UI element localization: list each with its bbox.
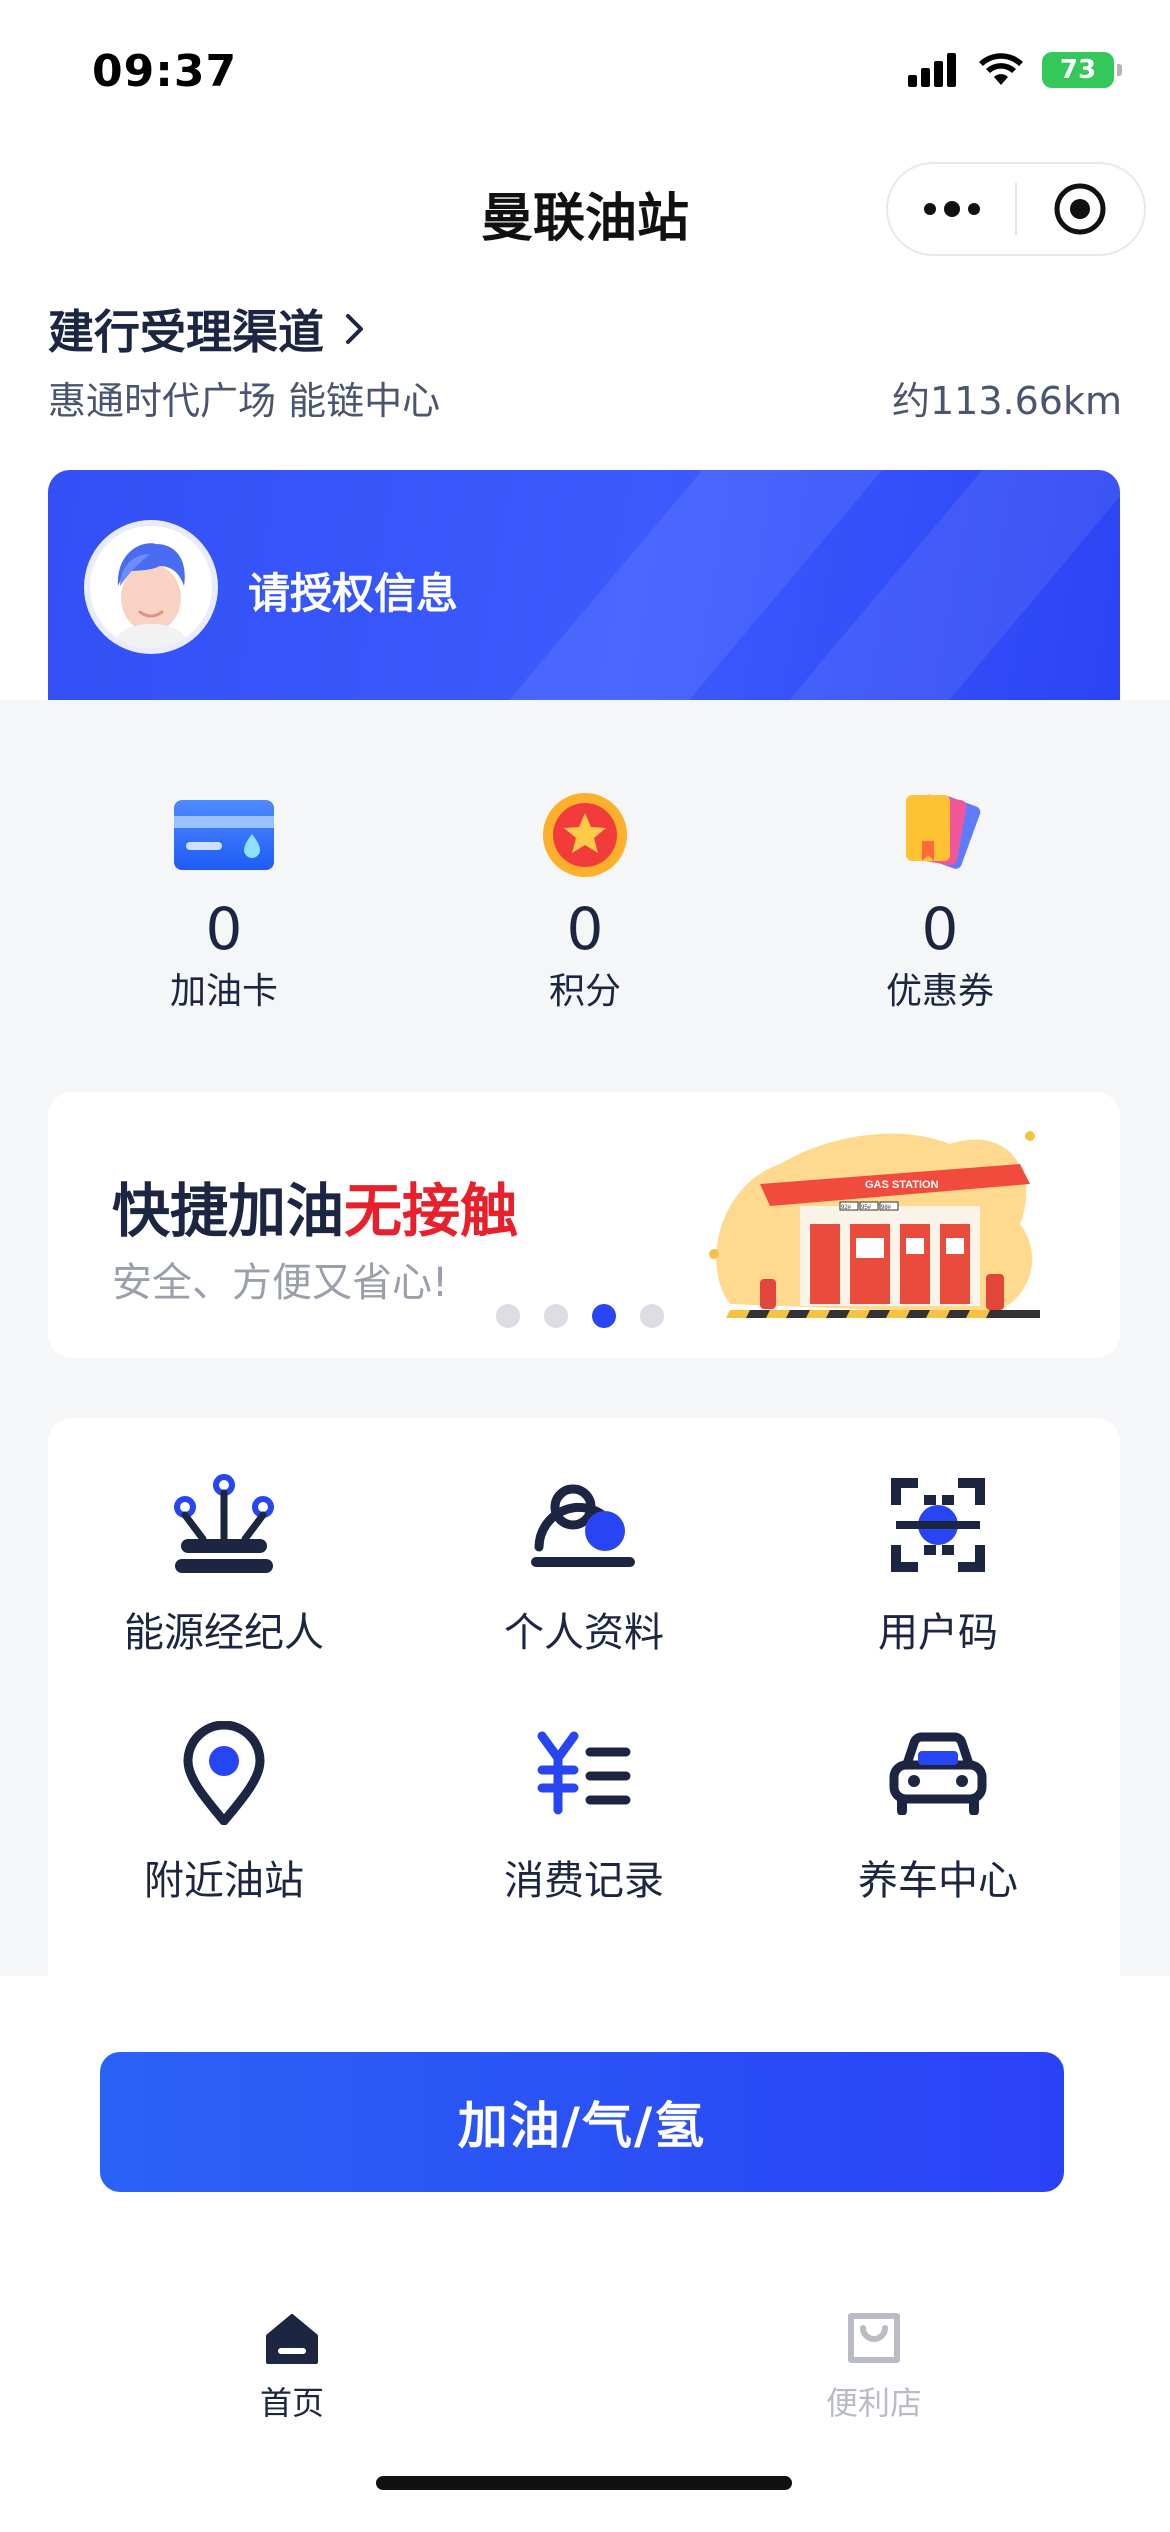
- stat-coupons[interactable]: 0 优惠券: [820, 780, 1060, 1014]
- stat-label: 积分: [548, 971, 621, 1012]
- grid-item-user-code[interactable]: 用户码: [788, 1470, 1088, 1658]
- battery-icon: 73: [1042, 52, 1122, 88]
- banner-subtitle: 安全、方便又省心!: [112, 1260, 449, 1306]
- carousel-dot-active[interactable]: [592, 1304, 616, 1328]
- wifi-icon: [979, 53, 1023, 85]
- authorize-prompt: 请授权信息: [248, 569, 459, 618]
- tab-home[interactable]: 首页: [182, 2296, 402, 2424]
- stat-value: 0: [205, 895, 243, 963]
- home-indicator: [376, 2476, 792, 2490]
- grid-item-car-care[interactable]: 养车中心: [788, 1718, 1088, 1906]
- target-close-icon: [1054, 183, 1106, 235]
- price-label-98: 98#: [881, 1205, 892, 1211]
- carousel-dot[interactable]: [640, 1304, 664, 1328]
- mini-program-capsule: [886, 162, 1146, 256]
- cellular-signal-icon: [908, 53, 956, 87]
- price-label-95: 95#: [861, 1205, 872, 1211]
- stat-value: 0: [921, 895, 959, 963]
- carousel-dot[interactable]: [496, 1304, 520, 1328]
- stat-fuel-card[interactable]: 0 加油卡: [104, 780, 344, 1014]
- grid-label: 能源经纪人: [124, 1610, 324, 1656]
- consumption-record-icon: [434, 1718, 734, 1828]
- station-distance: 约113.66km: [892, 379, 1122, 423]
- authorize-info-card[interactable]: 请授权信息: [48, 470, 1120, 710]
- grid-item-profile[interactable]: 个人资料: [434, 1470, 734, 1658]
- location-pin-icon: [74, 1718, 374, 1828]
- carousel-dot[interactable]: [544, 1304, 568, 1328]
- bottom-area: 加油/气/氢 首页 便利店: [0, 1976, 1170, 2532]
- home-icon: [182, 2296, 402, 2366]
- grid-label: 养车中心: [858, 1858, 1018, 1904]
- gas-station-illustration: GAS STATION 92# 95# 98#: [709, 1131, 1040, 1318]
- user-avatar-icon: [90, 526, 212, 648]
- channel-title: 建行受理渠道: [48, 305, 324, 359]
- gas-station-sign: GAS STATION: [865, 1179, 939, 1191]
- more-menu-button[interactable]: [888, 164, 1015, 254]
- car-icon: [788, 1718, 1088, 1828]
- status-bar: 09:37 73: [0, 0, 1170, 140]
- tab-convenience-store[interactable]: 便利店: [764, 2296, 984, 2424]
- channel-selector[interactable]: 建行受理渠道: [48, 296, 366, 362]
- shopping-bag-icon: [764, 2296, 984, 2366]
- grid-item-nearby-stations[interactable]: 附近油站: [74, 1718, 374, 1906]
- tab-label: 便利店: [825, 2384, 922, 2422]
- stat-value: 0: [566, 895, 604, 963]
- points-star-icon: [465, 780, 705, 890]
- grid-label: 用户码: [878, 1610, 998, 1656]
- grid-label: 附近油站: [144, 1858, 304, 1904]
- status-icons: 73: [908, 52, 1122, 88]
- refuel-button[interactable]: 加油/气/氢: [100, 2052, 1064, 2192]
- grid-item-energy-broker[interactable]: 能源经纪人: [74, 1470, 374, 1658]
- close-mini-program-button[interactable]: [1017, 164, 1144, 254]
- chevron-right-icon: [346, 314, 363, 344]
- profile-icon: [434, 1470, 734, 1580]
- tab-label: 首页: [259, 2384, 324, 2422]
- station-name: 惠通时代广场 能链中心: [48, 379, 441, 423]
- status-time: 09:37: [92, 46, 238, 97]
- grid-label: 个人资料: [504, 1610, 664, 1656]
- fuel-card-icon: [104, 780, 344, 890]
- stat-points[interactable]: 0 积分: [465, 780, 705, 1014]
- stat-label: 优惠券: [885, 971, 994, 1012]
- carousel-indicator: [496, 1304, 664, 1328]
- avatar: [84, 520, 218, 654]
- grid-label: 消费记录: [504, 1858, 664, 1904]
- price-label-92: 92#: [841, 1205, 852, 1211]
- grid-item-consumption-records[interactable]: 消费记录: [434, 1718, 734, 1906]
- banner-headline-accent: 无接触: [344, 1177, 519, 1245]
- account-stats: 0 加油卡 0 积分 0 优惠券: [0, 780, 1170, 1050]
- coupon-icon: [820, 780, 1060, 890]
- energy-broker-icon: [74, 1470, 374, 1580]
- service-grid: 能源经纪人 个人资料 用户码 附近油站 消费记录 养车中心: [48, 1418, 1120, 1998]
- nav-bar: 曼联油站: [0, 140, 1170, 270]
- promo-banner[interactable]: 快捷加油无接触 安全、方便又省心! GAS STATION 92# 95# 98…: [48, 1092, 1120, 1358]
- stat-label: 加油卡: [169, 971, 278, 1012]
- banner-headline-main: 快捷加油: [112, 1177, 345, 1245]
- more-dots-icon: [923, 201, 980, 217]
- station-info-row: 惠通时代广场 能链中心 约113.66km: [48, 370, 1122, 425]
- user-code-scan-icon: [788, 1470, 1088, 1580]
- banner-headline: 快捷加油无接触: [112, 1164, 518, 1248]
